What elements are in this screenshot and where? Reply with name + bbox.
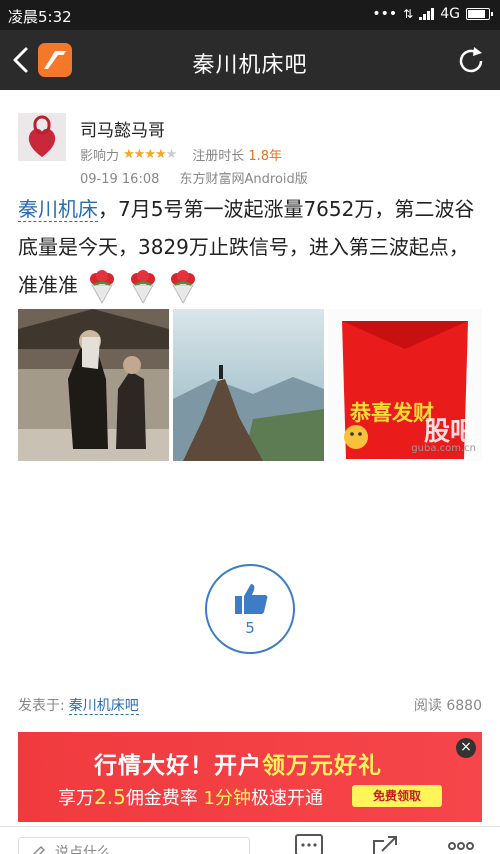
more-icon[interactable] bbox=[446, 833, 476, 854]
data-arrows-icon: ⇅ bbox=[403, 7, 414, 21]
rose-emoji-icon bbox=[171, 269, 196, 304]
pencil-icon bbox=[33, 846, 45, 854]
comment-input[interactable]: 说点什么 bbox=[18, 837, 250, 854]
post-date: 09-19 16:08 bbox=[80, 172, 160, 187]
author-name[interactable]: 司马懿马哥 bbox=[80, 116, 165, 141]
reads-value: 6880 bbox=[446, 698, 482, 714]
ad-headline-a: 行情大好！开户 bbox=[94, 753, 262, 779]
watermark-url: guba.com.cn bbox=[411, 443, 476, 454]
post-body: 秦川机床，7月5号第一波起涨量7652万，第二波谷底量是今天，3829万止跌信号… bbox=[18, 190, 484, 305]
status-bar: 凌晨5:32 ••• ⇅ 4G bbox=[0, 0, 500, 30]
rose-emoji-icon bbox=[90, 269, 115, 304]
ad-sub-b: 2.5 bbox=[94, 785, 126, 809]
post-source: 东方财富网Android版 bbox=[179, 172, 308, 187]
comment-icon[interactable] bbox=[294, 833, 324, 854]
share-icon[interactable] bbox=[370, 833, 400, 854]
post-date-row: 09-19 16:08 东方财富网Android版 bbox=[80, 168, 308, 187]
ad-sub-c: 佣金费率 bbox=[125, 788, 198, 809]
ad-banner[interactable]: 行情大好！开户领万元好礼 享万2.5佣金费率 1分钟极速开通 免费领取 × bbox=[18, 732, 482, 822]
read-count: 阅读 6880 bbox=[414, 695, 482, 715]
stock-link[interactable]: 秦川机床 bbox=[18, 197, 98, 222]
influence-stars-icon: ★★★★★ bbox=[123, 147, 177, 162]
author-meta: 影响力 ★★★★★ 注册时长 1.8年 bbox=[80, 145, 282, 164]
ad-sub-a: 享万 bbox=[58, 788, 94, 809]
status-time: 凌晨5:32 bbox=[8, 8, 72, 26]
post-image-3[interactable]: 恭喜发财 股吧 guba.com.cn bbox=[328, 309, 482, 461]
like-count: 5 bbox=[245, 619, 255, 637]
post-image-2[interactable] bbox=[173, 309, 324, 461]
influence-label: 影响力 bbox=[80, 149, 120, 164]
ad-close-button[interactable]: × bbox=[456, 738, 476, 758]
rose-emoji-icon bbox=[130, 269, 155, 304]
post-image-1[interactable] bbox=[18, 309, 169, 461]
battery-icon bbox=[466, 8, 493, 20]
reads-label: 阅读 bbox=[413, 698, 442, 714]
image-caption: 恭喜发财 bbox=[350, 401, 434, 425]
like-button[interactable]: 5 bbox=[205, 564, 295, 654]
avatar[interactable] bbox=[18, 113, 66, 161]
more-dots-icon: ••• bbox=[372, 6, 398, 22]
comment-placeholder: 说点什么 bbox=[55, 845, 111, 854]
bottom-toolbar: 说点什么 bbox=[0, 826, 500, 854]
ad-headline-b: 领万元好礼 bbox=[262, 753, 382, 779]
ad-headline: 行情大好！开户领万元好礼 bbox=[94, 746, 382, 780]
reg-value: 1.8年 bbox=[248, 149, 282, 164]
posted-in: 发表于: 秦川机床吧 bbox=[18, 695, 139, 715]
signal-icon bbox=[419, 8, 435, 20]
refresh-icon[interactable] bbox=[454, 44, 488, 78]
reg-label: 注册时长 bbox=[192, 149, 245, 164]
ad-sub-d: 1分钟 bbox=[203, 788, 251, 809]
ad-subline: 享万2.5佣金费率 1分钟极速开通 bbox=[58, 784, 323, 810]
posted-in-bar-link[interactable]: 秦川机床吧 bbox=[68, 698, 139, 715]
ad-claim-button[interactable]: 免费领取 bbox=[352, 785, 442, 807]
network-type: 4G bbox=[440, 6, 460, 22]
posted-in-label: 发表于: bbox=[18, 698, 65, 714]
ad-sub-e: 极速开通 bbox=[251, 788, 323, 809]
page-title: 秦川机床吧 bbox=[192, 53, 308, 78]
thumbs-up-icon bbox=[235, 584, 268, 614]
status-icons: ••• ⇅ 4G bbox=[372, 6, 493, 22]
nav-bar: 秦川机床吧 bbox=[0, 30, 500, 90]
